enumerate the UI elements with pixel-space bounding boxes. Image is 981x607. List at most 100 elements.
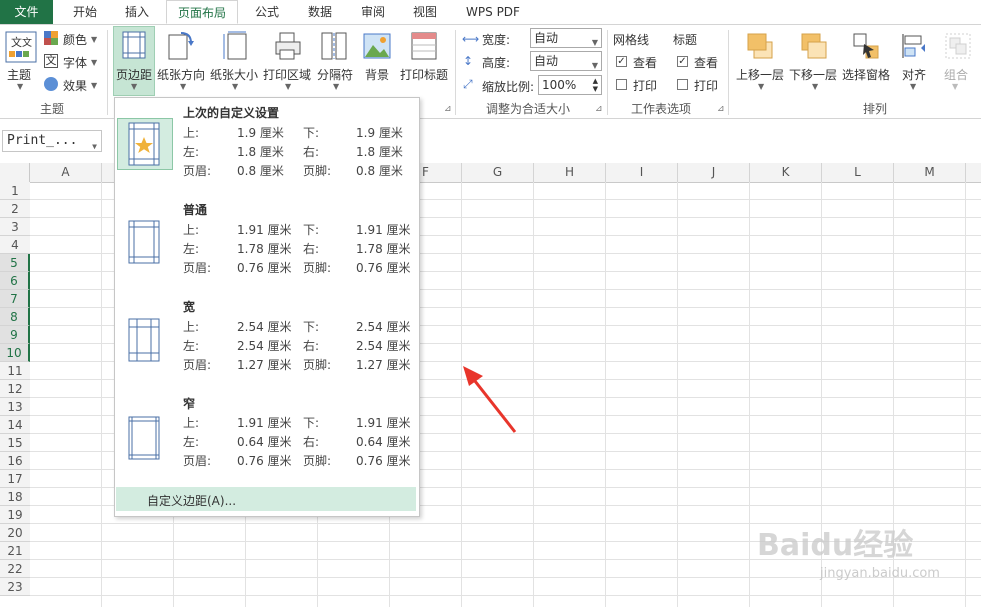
column-header[interactable]: G [462,163,534,182]
gridlines-view-checkbox[interactable]: ✓ [616,56,627,67]
effects-button[interactable]: 效果 [63,77,87,94]
row-header[interactable]: 20 [0,524,30,542]
height-select[interactable]: 自动 ▼ [530,51,602,71]
width-select[interactable]: 自动 ▼ [530,28,602,48]
row-header[interactable]: 15 [0,434,30,452]
chevron-down-icon: ▼ [952,82,959,91]
scale-spinner[interactable]: 100% ▲ ▼ [538,75,602,95]
group-separator [607,30,608,115]
preset-item-2[interactable] [116,296,416,386]
preset-item-3[interactable] [116,392,416,482]
dialog-launcher-icon[interactable]: ⊿ [444,104,452,114]
row-header[interactable]: 23 [0,578,30,596]
column-header[interactable]: I [606,163,678,182]
group-button[interactable]: 组合 [944,66,968,83]
fonts-button[interactable]: 字体 [63,54,87,71]
background-icon [363,31,391,61]
headings-view-checkbox[interactable]: ✓ [677,56,688,67]
colors-button[interactable]: 颜色 [63,31,87,48]
tab-insert[interactable]: 插入 [112,0,162,24]
breaks-button[interactable]: 分隔符 [317,66,353,83]
row-header[interactable]: 18 [0,488,30,506]
chevron-down-icon: ▼ [91,58,98,67]
column-header[interactable]: J [678,163,750,182]
chevron-down-icon: ▼ [17,82,24,91]
column-header[interactable]: A [30,163,102,182]
row-header[interactable]: 22 [0,560,30,578]
row-header[interactable]: 16 [0,452,30,470]
grid-vertical-line [101,182,102,607]
print-titles-icon [410,31,438,61]
row-header[interactable]: 14 [0,416,30,434]
tab-page-layout[interactable]: 页面布局 [166,0,238,24]
headings-print-checkbox[interactable] [677,79,688,90]
column-header[interactable]: K [750,163,822,182]
tab-data[interactable]: 数据 [295,0,345,24]
row-header[interactable]: 10 [0,344,30,362]
row-header[interactable]: 5 [0,254,30,272]
preset-item-1[interactable] [116,199,416,289]
group-separator [728,30,729,115]
themes-label[interactable]: 主题 [7,66,31,83]
dialog-launcher-icon[interactable]: ⊿ [717,104,725,114]
select-all-corner[interactable] [0,163,30,182]
margin-label-header: 页眉: [183,164,212,178]
row-header[interactable]: 11 [0,362,30,380]
margins-label: 页边距 [116,68,153,82]
paper-size-button[interactable]: 纸张大小 [210,66,258,83]
chevron-down-icon: ▼ [92,142,97,151]
custom-margins-item[interactable]: 自定义边距(A)... [116,487,416,511]
selection-pane-button[interactable]: 选择窗格 [842,66,890,83]
row-header[interactable]: 21 [0,542,30,560]
headings-view-label: 查看 [694,56,719,70]
row-header[interactable]: 3 [0,218,30,236]
scale-icon: ⤢ [463,77,473,91]
row-header[interactable]: 19 [0,506,30,524]
margin-value-header: 0.8 厘米 [237,164,284,178]
group-label-arrange: 排列 [862,102,887,116]
grid-vertical-line [749,182,750,607]
column-header[interactable]: H [534,163,606,182]
row-header[interactable]: 12 [0,380,30,398]
column-header[interactable]: M [894,163,966,182]
margin-label-left: 左: [183,145,200,159]
print-area-button[interactable]: 打印区域 [263,66,311,83]
gridlines-print-checkbox[interactable] [616,79,627,90]
themes-icon[interactable]: 文文 [5,31,37,63]
tab-formulas[interactable]: 公式 [242,0,292,24]
tab-file[interactable]: 文件 [0,0,53,24]
tab-review[interactable]: 审阅 [348,0,398,24]
row-header[interactable]: 13 [0,398,30,416]
bring-forward-button[interactable]: 上移一层 [736,66,784,83]
group-label-themes: 主题 [39,102,64,116]
group-label-scale: 调整为合适大小 [485,102,570,116]
row-header[interactable]: 17 [0,470,30,488]
tab-view[interactable]: 视图 [400,0,450,24]
tab-home[interactable]: 开始 [60,0,110,24]
align-button[interactable]: 对齐 [902,66,926,83]
preset-title: 上次的自定义设置 [183,106,280,120]
send-backward-button[interactable]: 下移一层 [789,66,837,83]
margin-value-bottom: 1.9 厘米 [356,126,403,140]
background-button[interactable]: 背景 [365,66,389,83]
row-header[interactable]: 8 [0,308,30,326]
chevron-down-icon: ▼ [812,82,819,91]
row-header[interactable]: 4 [0,236,30,254]
margins-dropdown: 上次的自定义设置 普通 宽 窄 上: 1.9 厘米 下: 1.9 厘米 左: 1.8 厘米… [114,97,420,517]
bring-forward-icon [746,32,774,60]
dialog-launcher-icon[interactable]: ⊿ [595,104,603,114]
headings-print-label: 打印 [694,79,719,93]
orientation-button[interactable]: 纸张方向 [157,66,205,83]
column-header[interactable]: L [822,163,894,182]
height-value: 自动 [534,54,559,68]
row-header[interactable]: 7 [0,290,30,308]
row-header[interactable]: 6 [0,272,30,290]
align-icon [901,32,929,60]
name-box[interactable]: Print_... ▼ [2,130,102,152]
print-titles-button[interactable]: 打印标题 [400,66,448,83]
spinner-arrows-icon[interactable]: ▲ ▼ [593,77,598,93]
row-header[interactable]: 1 [0,182,30,200]
tab-wps-pdf[interactable]: WPS PDF [458,0,528,24]
row-header[interactable]: 9 [0,326,30,344]
row-header[interactable]: 2 [0,200,30,218]
